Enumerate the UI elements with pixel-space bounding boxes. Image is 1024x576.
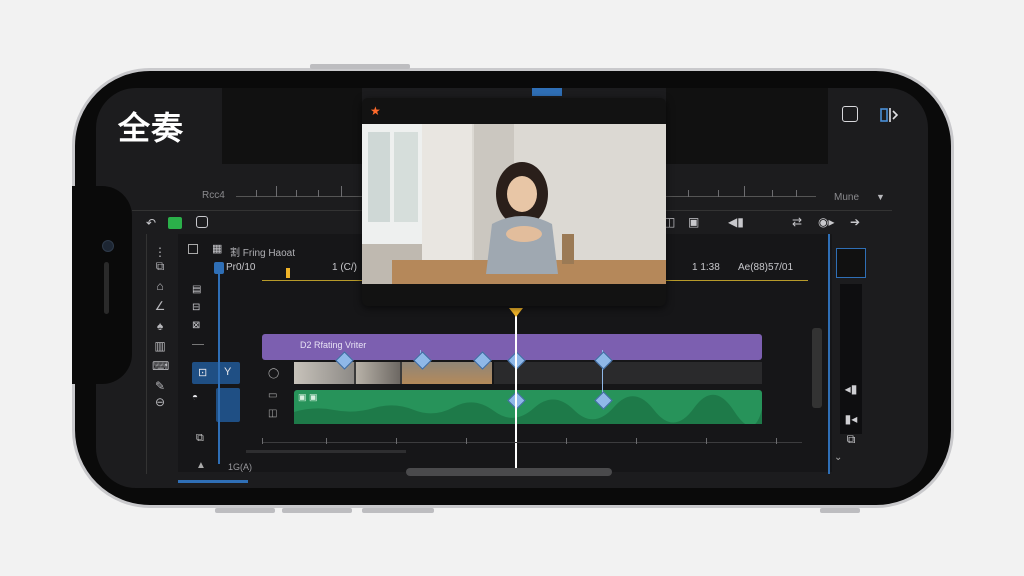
app-screen: 全奏 Rcc4 Mune ▼ ↶ ◫ ▣ ◀▮ ⇄ ◉▸ ➔ ⋮ ⧉ ⌂ ∠ ♠… — [96, 88, 928, 488]
text-icon[interactable]: ⧉ — [152, 258, 168, 274]
export-icon[interactable]: ⧉ — [842, 432, 860, 448]
viewer-top-indicator[interactable] — [532, 88, 562, 96]
playhead-marker-icon[interactable] — [509, 308, 523, 317]
keyframe-next-icon[interactable]: ▮◂ — [842, 412, 860, 428]
video-track-empty — [494, 362, 762, 384]
ruler-label-left: Rcc4 — [202, 190, 225, 201]
timecode-right-b: Ae(88)57/01 — [738, 262, 794, 273]
track-lock-icon[interactable]: ▤ — [192, 284, 201, 295]
keyboard-icon[interactable]: ⌨ — [152, 358, 169, 374]
audio-clip-icons: ▣ ▣ — [298, 392, 318, 402]
app-title: 全奏 — [118, 110, 185, 146]
undo-icon[interactable]: ↶ — [146, 216, 156, 230]
home-indicator[interactable] — [406, 468, 612, 476]
phone-side-button — [362, 508, 434, 513]
ruler-label-right: Mune — [834, 192, 860, 203]
track-mute-icon[interactable]: ⊠ — [192, 320, 200, 331]
track-separator — [192, 344, 204, 345]
track-eye-icon[interactable]: ⊟ — [192, 302, 200, 313]
visibility-icon[interactable]: ◯ — [268, 368, 279, 379]
progress-bar — [178, 480, 248, 483]
left-playhead-line — [218, 274, 220, 464]
inspector-preview[interactable] — [836, 248, 866, 278]
phone-side-button — [282, 508, 352, 513]
collapse-icon[interactable]: ⌄ — [834, 452, 842, 463]
preview-video — [362, 124, 666, 284]
vertical-scrollbar[interactable] — [812, 328, 822, 408]
brush-icon[interactable]: ⌂ — [152, 278, 168, 294]
green-record-icon[interactable] — [168, 217, 182, 229]
viewer-right-panel — [666, 88, 828, 164]
phone-camera-notch — [72, 186, 132, 384]
audio-track-icon: ◓ — [192, 392, 199, 403]
footer-label: 1G(A) — [228, 462, 253, 472]
playhead[interactable] — [515, 314, 517, 468]
preview-window[interactable]: ★ — [362, 98, 666, 306]
audio-level-icon[interactable]: ◫ — [268, 408, 277, 419]
scroll-track[interactable] — [246, 450, 406, 453]
timeline-header-label: 割 Fring Haoat — [230, 248, 296, 259]
star-icon[interactable]: ★ — [370, 104, 381, 118]
pipette-icon[interactable]: ✎ — [152, 378, 168, 394]
timecode-mid: 1 (C/) — [332, 262, 357, 273]
phone-side-button — [820, 508, 860, 513]
phone-speaker — [104, 262, 109, 314]
phone-volume-button — [310, 64, 410, 69]
speed-icon[interactable]: ◉▸ — [818, 215, 835, 229]
clip-icon[interactable]: ▣ — [688, 215, 699, 229]
playhead-handle-icon[interactable] — [214, 262, 224, 274]
badge-icon[interactable]: ⊖ — [152, 394, 168, 410]
title-clip-label: D2 Rfating Vriter — [300, 340, 367, 350]
video-track-icon: ⊡ — [198, 367, 208, 379]
marker-icon[interactable] — [196, 216, 208, 228]
video-clip[interactable] — [294, 362, 492, 384]
split-view-icon[interactable] — [880, 106, 900, 124]
bottom-ruler — [262, 442, 802, 443]
grid-icon: ▦ — [212, 243, 223, 255]
shape-icon[interactable]: ∠ — [152, 298, 168, 314]
keyframe-prev-icon[interactable]: ◂▮ — [842, 382, 860, 398]
audio-clip[interactable] — [294, 390, 762, 424]
phone-side-button — [215, 508, 275, 513]
crop-icon[interactable] — [842, 106, 858, 122]
timecode-left: Pr0/10 — [226, 262, 256, 273]
ruler-line-left — [236, 196, 362, 197]
volume-icon[interactable]: ◀▮ — [728, 215, 744, 229]
inspector-divider — [828, 234, 830, 474]
footer-icon: ▲ — [196, 460, 206, 471]
front-camera — [102, 240, 114, 252]
timecode-right-a: 1 1:38 — [692, 262, 720, 273]
select-all-checkbox[interactable] — [188, 244, 198, 254]
transition-icon: Y — [224, 366, 232, 378]
layers-icon[interactable]: ▥ — [152, 338, 168, 354]
audio-toggle-icon[interactable]: ▭ — [268, 390, 277, 401]
add-track-icon[interactable]: ⧉ — [196, 432, 204, 445]
pen-icon[interactable]: ♠ — [152, 318, 168, 334]
next-icon[interactable]: ➔ — [850, 215, 860, 229]
viewer-left-panel — [222, 88, 362, 164]
in-point-marker[interactable] — [286, 268, 290, 278]
chevron-down-icon[interactable]: ▼ — [876, 192, 885, 202]
sidebar-divider — [146, 234, 147, 474]
share-icon[interactable]: ⇄ — [792, 215, 802, 229]
